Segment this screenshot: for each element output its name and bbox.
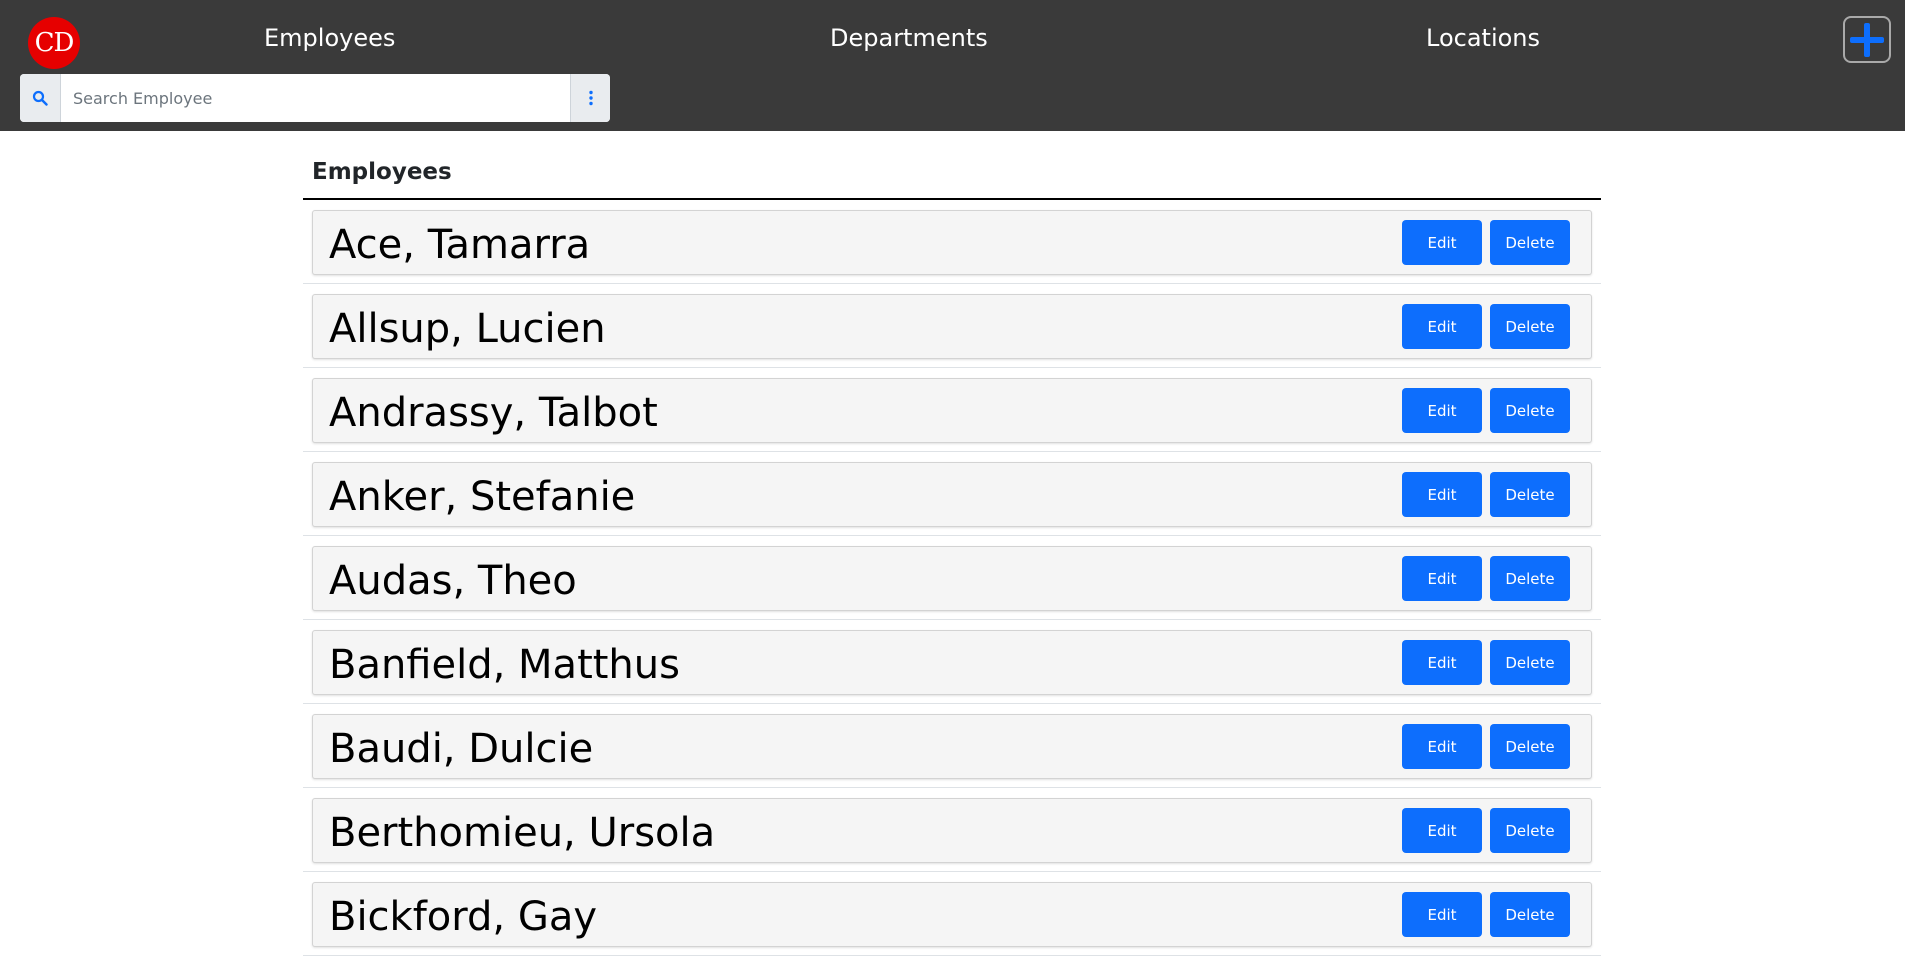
employee-card: Audas, Theo Edit Delete bbox=[312, 546, 1592, 611]
edit-button[interactable]: Edit bbox=[1402, 892, 1482, 937]
employee-card: Anker, Stefanie Edit Delete bbox=[312, 462, 1592, 527]
delete-button[interactable]: Delete bbox=[1490, 892, 1570, 937]
search-options-button[interactable] bbox=[570, 74, 610, 122]
edit-button[interactable]: Edit bbox=[1402, 808, 1482, 853]
list-item: Ace, Tamarra Edit Delete bbox=[303, 200, 1601, 284]
search-icon bbox=[32, 90, 48, 106]
employee-name: Andrassy, Talbot bbox=[329, 390, 658, 436]
vertical-ellipsis-icon bbox=[588, 90, 593, 106]
employee-name: Berthomieu, Ursola bbox=[329, 810, 716, 856]
edit-button[interactable]: Edit bbox=[1402, 724, 1482, 769]
list-item: Anker, Stefanie Edit Delete bbox=[303, 452, 1601, 536]
edit-button[interactable]: Edit bbox=[1402, 472, 1482, 517]
employee-name: Banfield, Matthus bbox=[329, 642, 680, 688]
list-item: Berthomieu, Ursola Edit Delete bbox=[303, 788, 1601, 872]
employee-card: Andrassy, Talbot Edit Delete bbox=[312, 378, 1592, 443]
nav-locations-link[interactable]: Locations bbox=[1426, 24, 1540, 52]
delete-button[interactable]: Delete bbox=[1490, 388, 1570, 433]
delete-button[interactable]: Delete bbox=[1490, 556, 1570, 601]
employee-name: Audas, Theo bbox=[329, 558, 577, 604]
edit-button[interactable]: Edit bbox=[1402, 304, 1482, 349]
edit-button[interactable]: Edit bbox=[1402, 640, 1482, 685]
employee-list: Ace, Tamarra Edit Delete Allsup, Lucien … bbox=[303, 200, 1601, 956]
logo[interactable]: CD bbox=[28, 17, 80, 69]
section-title: Employees bbox=[312, 159, 452, 185]
employee-card: Ace, Tamarra Edit Delete bbox=[312, 210, 1592, 275]
delete-button[interactable]: Delete bbox=[1490, 472, 1570, 517]
nav-employees-link[interactable]: Employees bbox=[264, 24, 395, 52]
list-item: Banfield, Matthus Edit Delete bbox=[303, 620, 1601, 704]
search-bar bbox=[20, 74, 610, 122]
employee-card: Banfield, Matthus Edit Delete bbox=[312, 630, 1592, 695]
employee-card: Baudi, Dulcie Edit Delete bbox=[312, 714, 1592, 779]
employee-card: Allsup, Lucien Edit Delete bbox=[312, 294, 1592, 359]
list-item: Audas, Theo Edit Delete bbox=[303, 536, 1601, 620]
list-item: Allsup, Lucien Edit Delete bbox=[303, 284, 1601, 368]
add-employee-button[interactable] bbox=[1843, 16, 1891, 63]
delete-button[interactable]: Delete bbox=[1490, 640, 1570, 685]
plus-icon bbox=[1850, 22, 1884, 57]
search-addon[interactable] bbox=[20, 74, 61, 122]
edit-button[interactable]: Edit bbox=[1402, 388, 1482, 433]
top-navbar: CD Employees Departments Locations bbox=[0, 0, 1905, 131]
employee-card: Bickford, Gay Edit Delete bbox=[312, 882, 1592, 947]
delete-button[interactable]: Delete bbox=[1490, 808, 1570, 853]
employee-name: Bickford, Gay bbox=[329, 894, 598, 940]
list-item: Bickford, Gay Edit Delete bbox=[303, 872, 1601, 956]
delete-button[interactable]: Delete bbox=[1490, 304, 1570, 349]
list-item: Andrassy, Talbot Edit Delete bbox=[303, 368, 1601, 452]
employee-name: Anker, Stefanie bbox=[329, 474, 636, 520]
list-item: Baudi, Dulcie Edit Delete bbox=[303, 704, 1601, 788]
employee-card: Berthomieu, Ursola Edit Delete bbox=[312, 798, 1592, 863]
employee-name: Allsup, Lucien bbox=[329, 306, 606, 352]
delete-button[interactable]: Delete bbox=[1490, 724, 1570, 769]
edit-button[interactable]: Edit bbox=[1402, 556, 1482, 601]
search-input[interactable] bbox=[61, 74, 570, 122]
employee-name: Baudi, Dulcie bbox=[329, 726, 594, 772]
employee-name: Ace, Tamarra bbox=[329, 222, 591, 268]
delete-button[interactable]: Delete bbox=[1490, 220, 1570, 265]
nav-departments-link[interactable]: Departments bbox=[830, 24, 988, 52]
edit-button[interactable]: Edit bbox=[1402, 220, 1482, 265]
